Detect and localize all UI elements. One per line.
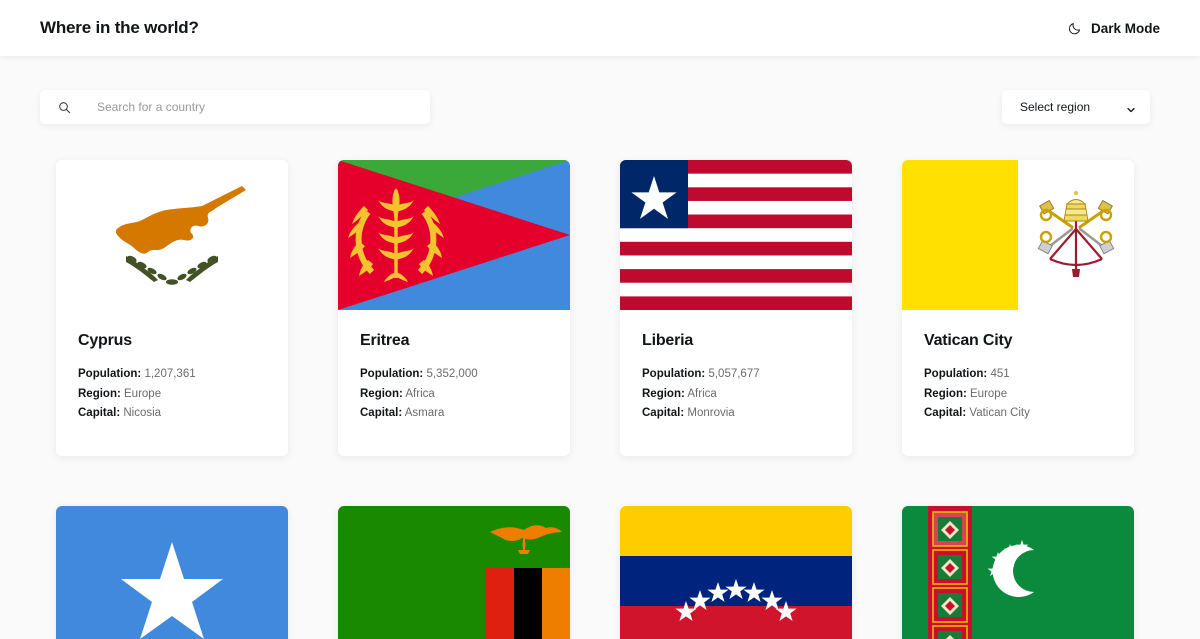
- country-region: Region: Africa: [360, 385, 548, 405]
- population-value: 451: [990, 368, 1010, 380]
- country-card[interactable]: Turkmenistan: [902, 505, 1134, 639]
- country-card[interactable]: Somalia: [56, 505, 288, 639]
- country-card[interactable]: Vatican City Population: 451 Region: Eur…: [902, 160, 1134, 456]
- zambia-flag: [338, 505, 570, 639]
- country-name: Eritrea: [360, 332, 410, 349]
- country-card[interactable]: Eritrea Population: 5,352,000 Region: Af…: [338, 160, 570, 456]
- country-capital: Capital: Monrovia: [642, 404, 830, 424]
- country-capital: Capital: Nicosia: [78, 404, 266, 424]
- venezuela-flag: [620, 505, 852, 639]
- region-filter[interactable]: Select region: [1002, 90, 1150, 124]
- country-population: Population: 1,207,361: [78, 365, 266, 385]
- country-name: Liberia: [642, 332, 694, 349]
- eritrea-flag: [338, 160, 570, 310]
- region-label: Region:: [78, 387, 121, 400]
- search-input[interactable]: [97, 100, 412, 114]
- country-region: Region: Africa: [642, 385, 830, 405]
- capital-label: Capital:: [78, 407, 121, 419]
- card-body: Cyprus Population: 1,207,361 Region: Eur…: [56, 310, 288, 456]
- capital-value: Monrovia: [687, 407, 735, 419]
- country-name: Cyprus: [78, 332, 132, 349]
- region-label: Region:: [360, 387, 403, 400]
- country-capital: Capital: Asmara: [360, 404, 548, 424]
- country-card[interactable]: Zambia: [338, 505, 570, 639]
- country-card[interactable]: Venezuela: [620, 505, 852, 639]
- population-value: 1,207,361: [144, 368, 196, 380]
- country-card[interactable]: Cyprus Population: 1,207,361 Region: Eur…: [56, 160, 288, 456]
- country-name: Vatican City: [924, 332, 1013, 349]
- country-population: Population: 451: [924, 365, 1112, 385]
- search-icon: [58, 101, 71, 114]
- country-capital: Capital: Vatican City: [924, 404, 1112, 424]
- capital-label: Capital:: [360, 407, 403, 419]
- capital-value: Nicosia: [123, 407, 162, 419]
- dark-mode-toggle[interactable]: Dark Mode: [1068, 21, 1160, 36]
- population-label: Population:: [360, 368, 424, 380]
- capital-label: Capital:: [924, 407, 967, 419]
- dark-mode-label: Dark Mode: [1090, 20, 1160, 36]
- capital-value: Asmara: [404, 407, 445, 419]
- region-value: Africa: [405, 387, 435, 400]
- region-value: Africa: [687, 387, 717, 400]
- vatican-city-flag: [902, 160, 1134, 310]
- region-select[interactable]: Select region: [1002, 90, 1150, 124]
- region-value: Europe: [970, 387, 1008, 400]
- population-label: Population:: [924, 368, 988, 380]
- somalia-flag: [56, 505, 288, 639]
- country-population: Population: 5,352,000: [360, 365, 548, 385]
- capital-label: Capital:: [642, 407, 685, 419]
- population-label: Population:: [642, 368, 706, 380]
- region-value: Europe: [124, 387, 162, 400]
- country-population: Population: 5,057,677: [642, 365, 830, 385]
- population-value: 5,352,000: [426, 368, 478, 380]
- card-body: Eritrea Population: 5,352,000 Region: Af…: [338, 310, 570, 456]
- region-label: Region:: [924, 387, 967, 400]
- card-body: Liberia Population: 5,057,677 Region: Af…: [620, 310, 852, 456]
- region-label: Region:: [642, 387, 685, 400]
- app-header: Where in the world? Dark Mode: [0, 0, 1200, 56]
- capital-value: Vatican City: [969, 407, 1030, 419]
- turkmenistan-flag: [902, 505, 1134, 639]
- population-label: Population:: [78, 368, 142, 380]
- population-value: 5,057,677: [708, 368, 760, 380]
- country-region: Region: Europe: [924, 385, 1112, 405]
- card-body: Vatican City Population: 451 Region: Eur…: [902, 310, 1134, 456]
- cyprus-flag: [56, 160, 288, 310]
- moon-icon: [1068, 21, 1082, 35]
- country-region: Region: Europe: [78, 385, 266, 405]
- country-grid: Cyprus Population: 1,207,361 Region: Eur…: [0, 124, 1200, 639]
- page-title: Where in the world?: [40, 18, 199, 37]
- search-box[interactable]: [40, 90, 430, 124]
- controls-bar: Select region: [0, 56, 1200, 124]
- country-card[interactable]: Liberia Population: 5,057,677 Region: Af…: [620, 160, 852, 456]
- liberia-flag: [620, 160, 852, 310]
